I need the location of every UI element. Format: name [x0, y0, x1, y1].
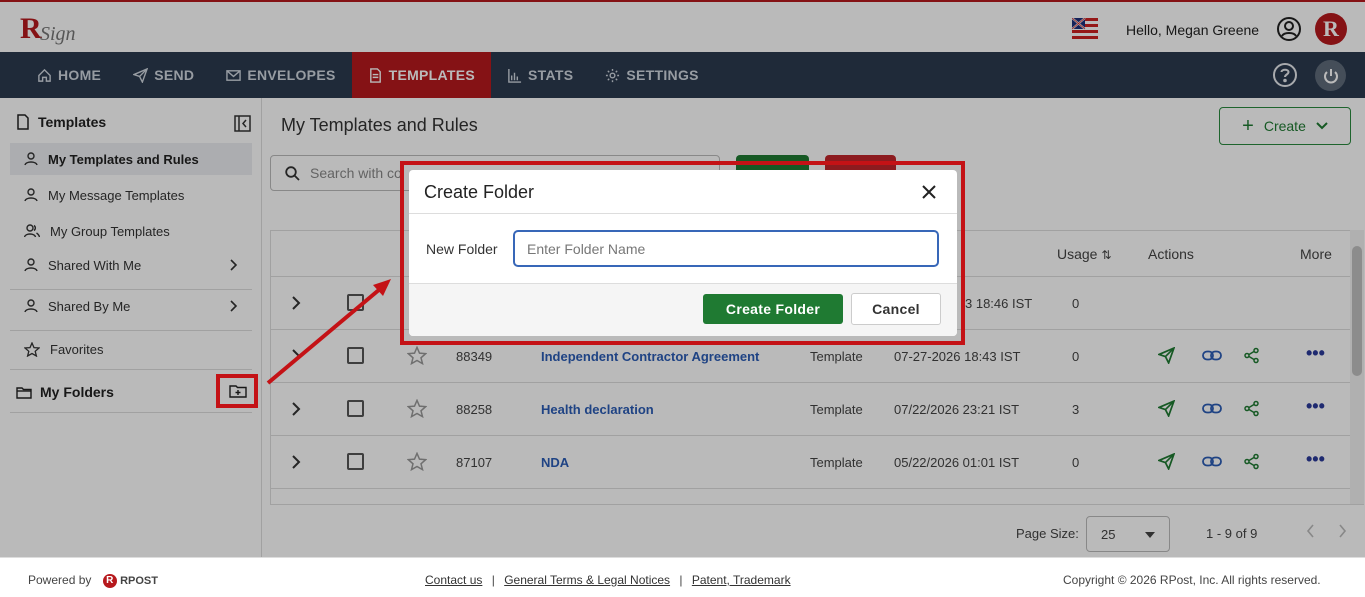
close-icon[interactable]	[921, 184, 937, 200]
folder-button-highlight-annotation	[216, 374, 258, 408]
link-separator: |	[679, 573, 683, 587]
footer-links: Contact us | General Terms & Legal Notic…	[425, 573, 791, 587]
powered-by: Powered by R RPOST	[28, 573, 158, 588]
create-folder-dialog: Create Folder New Folder Create Folder C…	[409, 170, 957, 336]
contact-us-link[interactable]: Contact us	[425, 573, 482, 587]
patent-link[interactable]: Patent, Trademark	[692, 573, 791, 587]
dialog-body: New Folder	[409, 214, 957, 284]
dialog-footer: Create Folder Cancel	[409, 284, 957, 336]
dialog-title: Create Folder	[424, 182, 535, 202]
cancel-button[interactable]: Cancel	[851, 293, 941, 325]
new-folder-label: New Folder	[426, 241, 498, 257]
copyright: Copyright © 2026 RPost, Inc. All rights …	[1063, 573, 1321, 587]
powered-by-label: Powered by	[28, 573, 92, 587]
rpost-logo-text: RPOST	[120, 575, 158, 587]
link-separator: |	[491, 573, 495, 587]
terms-link[interactable]: General Terms & Legal Notices	[504, 573, 670, 587]
footer: Powered by R RPOST Contact us | General …	[0, 557, 1365, 597]
create-folder-button[interactable]: Create Folder	[703, 294, 843, 324]
rpost-logo: R RPOST	[102, 573, 158, 588]
folder-name-input[interactable]	[513, 230, 939, 267]
dialog-header: Create Folder	[409, 170, 957, 214]
